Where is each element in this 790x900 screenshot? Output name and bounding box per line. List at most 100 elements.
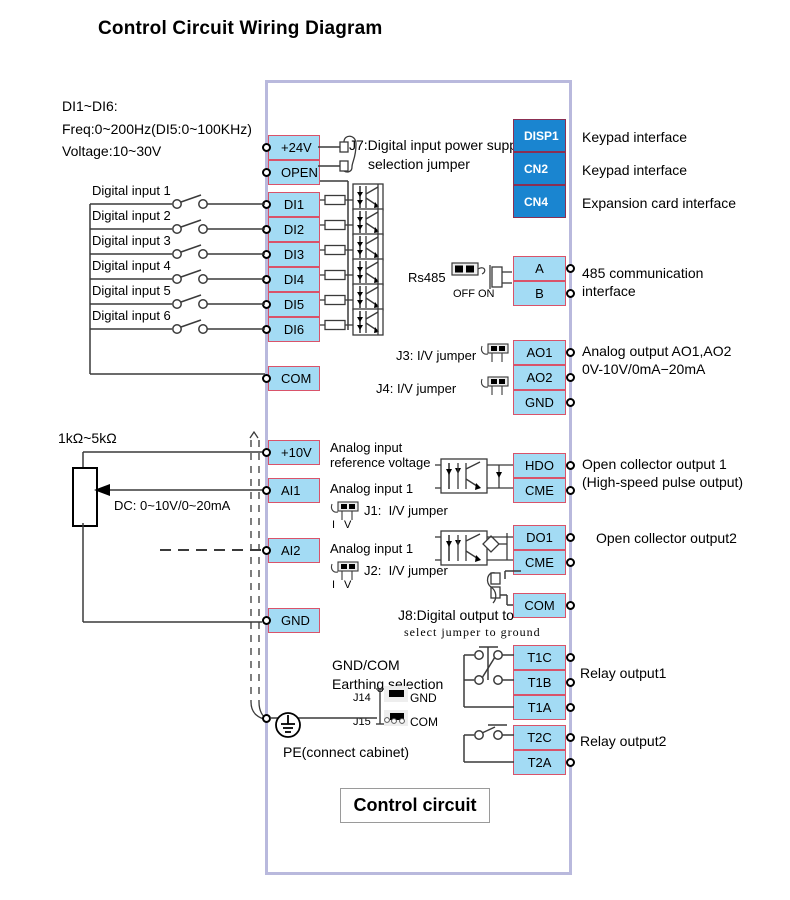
rs485-label: Rs485 bbox=[408, 270, 446, 285]
pin-t1c[interactable] bbox=[566, 653, 575, 662]
relay-output-2-desc: Relay output2 bbox=[580, 733, 667, 749]
pin-t1a[interactable] bbox=[566, 703, 575, 712]
pin-cme-2[interactable] bbox=[566, 558, 575, 567]
pin-24v[interactable] bbox=[262, 143, 271, 152]
terminal-cme-1[interactable]: CME bbox=[513, 478, 566, 503]
open-collector-1-terminal-group: HDO CME bbox=[513, 453, 566, 503]
connector-group: DISP1 CN2 CN4 bbox=[513, 119, 566, 218]
terminal-com-output[interactable]: COM bbox=[513, 593, 566, 618]
connector-cn2-desc: Keypad interface bbox=[582, 162, 688, 178]
rs485-desc-line-1: 485 communication bbox=[582, 265, 704, 281]
j1-label: J1: I/V jumper bbox=[364, 503, 448, 518]
analog-output-terminal-group: AO1 AO2 GND bbox=[513, 340, 566, 415]
j15-com-label: COM bbox=[410, 715, 438, 729]
relay-output-1-desc: Relay output1 bbox=[580, 665, 667, 681]
connector-disp1[interactable]: DISP1 bbox=[513, 119, 566, 152]
j7-label-line-1: J7:Digital input power supply bbox=[349, 137, 528, 153]
pin-b[interactable] bbox=[566, 289, 575, 298]
analog-output-desc-line-2: 0V-10V/0mA−20mA bbox=[582, 361, 706, 377]
pin-com-output[interactable] bbox=[566, 601, 575, 610]
terminal-ao1[interactable]: AO1 bbox=[513, 340, 566, 365]
ai1-desc: Analog input 1 bbox=[330, 481, 414, 496]
shield-routing-lines bbox=[249, 430, 268, 721]
terminal-t1b[interactable]: T1B bbox=[513, 670, 566, 695]
j7-label-line-2: selection jumper bbox=[368, 156, 470, 172]
rs485-terminal-group: A B bbox=[513, 256, 566, 306]
terminal-hdo[interactable]: HDO bbox=[513, 453, 566, 478]
pe-label: PE(connect cabinet) bbox=[283, 744, 410, 760]
connector-cn2[interactable]: CN2 bbox=[513, 152, 566, 185]
terminal-a[interactable]: A bbox=[513, 256, 566, 281]
ai2-desc: Analog input 1 bbox=[330, 541, 414, 556]
analog-output-desc-line-1: Analog output AO1,AO2 bbox=[582, 343, 732, 359]
terminal-b[interactable]: B bbox=[513, 281, 566, 306]
j2-v-label: V bbox=[344, 579, 352, 591]
pin-ao2[interactable] bbox=[566, 373, 575, 382]
j14-gnd-label: GND bbox=[410, 691, 437, 705]
j14-label: J14 bbox=[353, 692, 371, 704]
analog-ref-desc-line-2: reference voltage bbox=[330, 455, 431, 470]
pin-t1b[interactable] bbox=[566, 678, 575, 687]
terminal-di5[interactable]: DI5 bbox=[268, 292, 320, 317]
terminal-24v[interactable]: +24V bbox=[268, 135, 320, 160]
j1-v-label: V bbox=[344, 519, 352, 531]
relay-1-contact-symbol bbox=[463, 646, 514, 708]
label-digital-input-6: Digital input 6 bbox=[92, 308, 171, 323]
di-spec-line-3: Voltage:10~30V bbox=[62, 143, 162, 159]
label-digital-input-2: Digital input 2 bbox=[92, 208, 171, 223]
di-spec-line-2: Freq:0~200Hz(DI5:0~100KHz) bbox=[62, 121, 252, 137]
terminal-di6[interactable]: DI6 bbox=[268, 317, 320, 342]
relay-output-2-terminal-group: T2C T2A bbox=[513, 725, 566, 775]
label-digital-input-5: Digital input 5 bbox=[92, 283, 171, 298]
earthing-label-line-1: GND/COM bbox=[332, 657, 400, 673]
terminal-t1c[interactable]: T1C bbox=[513, 645, 566, 670]
j4-iv-jumper-icon[interactable] bbox=[480, 375, 510, 401]
di-spec-line-1: DI1~DI6: bbox=[62, 98, 118, 114]
connector-disp1-desc: Keypad interface bbox=[582, 129, 688, 145]
pin-gnd-analog-out[interactable] bbox=[566, 398, 575, 407]
label-digital-input-3: Digital input 3 bbox=[92, 233, 171, 248]
j8-label-line-2: select jumper to ground bbox=[404, 625, 541, 639]
connector-cn4[interactable]: CN4 bbox=[513, 185, 566, 218]
open-collector-1-desc-line-2: (High-speed pulse output) bbox=[582, 474, 744, 490]
j8-label-line-1: J8:Digital output to bbox=[398, 607, 514, 623]
j3-iv-jumper-icon[interactable] bbox=[480, 342, 510, 368]
analog-ref-desc-line-1: Analog input bbox=[330, 440, 403, 455]
terminal-di2[interactable]: DI2 bbox=[268, 217, 320, 242]
relay-2-contact-symbol bbox=[463, 724, 514, 763]
terminal-t2c[interactable]: T2C bbox=[513, 725, 566, 750]
terminal-gnd-analog-out[interactable]: GND bbox=[513, 390, 566, 415]
pin-cme-1[interactable] bbox=[566, 486, 575, 495]
rs485-desc-line-2: interface bbox=[582, 283, 636, 299]
open-collector-1-desc-line-1: Open collector output 1 bbox=[582, 456, 727, 472]
terminal-t2a[interactable]: T2A bbox=[513, 750, 566, 775]
earth-ground-icon bbox=[275, 712, 301, 738]
digital-input-terminal-group: DI1 DI2 DI3 DI4 DI5 DI6 bbox=[268, 192, 320, 342]
terminal-open[interactable]: OPEN bbox=[268, 160, 320, 185]
terminal-do1[interactable]: DO1 bbox=[513, 525, 566, 550]
terminal-com-digital[interactable]: COM bbox=[268, 366, 320, 391]
j4-label: J4: I/V jumper bbox=[376, 381, 457, 396]
analog-range-label: DC: 0~10V/0~20mA bbox=[114, 498, 231, 513]
j1-i-label: I bbox=[332, 519, 336, 531]
open-collector-2-desc: Open collector output2 bbox=[596, 530, 737, 546]
connector-cn4-desc: Expansion card interface bbox=[582, 195, 737, 211]
pin-t2a[interactable] bbox=[566, 758, 575, 767]
pin-a[interactable] bbox=[566, 264, 575, 273]
pin-hdo[interactable] bbox=[566, 461, 575, 470]
terminal-di4[interactable]: DI4 bbox=[268, 267, 320, 292]
dip-off-label: OFF bbox=[453, 288, 475, 300]
label-digital-input-1: Digital input 1 bbox=[92, 183, 171, 198]
terminal-ao2[interactable]: AO2 bbox=[513, 365, 566, 390]
terminal-di3[interactable]: DI3 bbox=[268, 242, 320, 267]
page-title: Control Circuit Wiring Diagram bbox=[98, 18, 383, 39]
pin-t2c[interactable] bbox=[566, 733, 575, 742]
pin-ao1[interactable] bbox=[566, 348, 575, 357]
terminal-t1a[interactable]: T1A bbox=[513, 695, 566, 720]
pin-do1[interactable] bbox=[566, 533, 575, 542]
terminal-di1[interactable]: DI1 bbox=[268, 192, 320, 217]
pin-open[interactable] bbox=[262, 168, 271, 177]
power-terminal-group: +24V OPEN bbox=[268, 135, 320, 185]
hdo-optocoupler-icon bbox=[435, 458, 513, 494]
label-digital-input-4: Digital input 4 bbox=[92, 258, 171, 273]
